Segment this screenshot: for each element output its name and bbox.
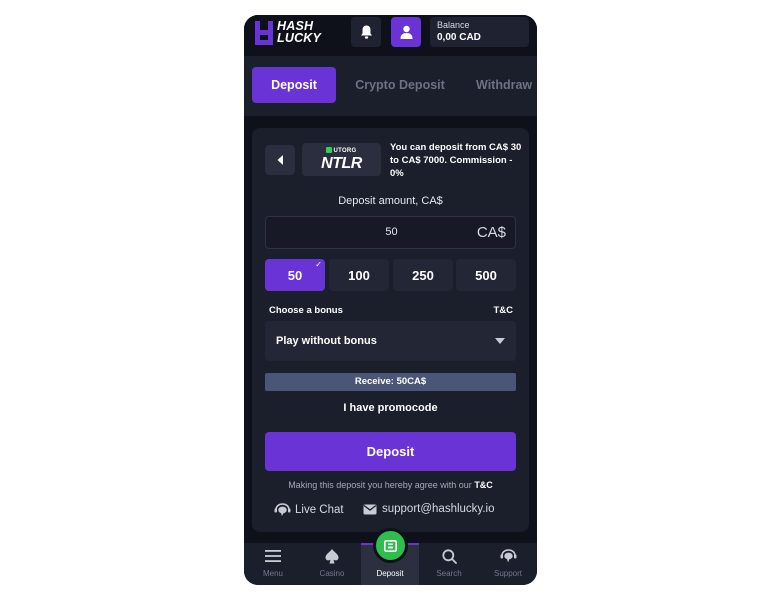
agree-text: Making this deposit you hereby agree wit… bbox=[288, 480, 472, 490]
bottom-navigation: Menu Casino Deposit Search Support bbox=[244, 528, 537, 585]
search-icon bbox=[441, 549, 457, 564]
preset-amount-500[interactable]: 500 bbox=[456, 259, 516, 291]
spade-icon bbox=[325, 549, 339, 564]
support-email: support@hashlucky.io bbox=[382, 503, 495, 515]
tab-withdraw[interactable]: Withdraw bbox=[476, 67, 537, 103]
receive-summary: Receive: 50CA$ bbox=[265, 373, 516, 391]
nav-menu[interactable]: Menu bbox=[244, 543, 302, 585]
amount-label: Deposit amount, CA$ bbox=[338, 195, 443, 207]
menu-icon bbox=[265, 550, 281, 562]
mobile-app-frame: HASH LUCKY Balance 0,00 CAD Deposit Cryp… bbox=[244, 15, 537, 585]
nav-search[interactable]: Search bbox=[420, 543, 478, 585]
bonus-label: Choose a bonus bbox=[269, 305, 343, 316]
deposit-submit-button[interactable]: Deposit bbox=[265, 432, 516, 471]
support-email-link[interactable]: support@hashlucky.io bbox=[363, 503, 494, 515]
check-icon: ✓ bbox=[315, 260, 322, 269]
caret-left-icon bbox=[277, 155, 283, 165]
preset-amount-50[interactable]: 50 ✓ bbox=[265, 259, 325, 291]
logo-mark-icon bbox=[255, 21, 273, 45]
payment-method-name: NTLR bbox=[321, 155, 362, 172]
utorg-brand: UTORG bbox=[302, 147, 381, 154]
deposit-form: UTORG NTLR You can deposit from CA$ 30 t… bbox=[252, 128, 529, 532]
logo-line-2: LUCKY bbox=[277, 31, 322, 45]
logo-text: HASH LUCKY bbox=[277, 20, 322, 45]
bell-icon bbox=[360, 25, 372, 39]
bonus-select[interactable]: Play without bonus bbox=[265, 321, 516, 361]
chat-headset-icon bbox=[274, 503, 291, 516]
preset-amount-100[interactable]: 100 bbox=[329, 259, 389, 291]
amount-input[interactable]: 50 CA$ bbox=[265, 216, 516, 249]
nav-casino[interactable]: Casino bbox=[303, 543, 361, 585]
nav-deposit-label: Deposit bbox=[376, 569, 404, 578]
live-chat-label: Live Chat bbox=[295, 504, 344, 516]
tab-crypto-deposit[interactable]: Crypto Deposit bbox=[348, 67, 452, 103]
terms-link[interactable]: T&C bbox=[474, 480, 493, 490]
envelope-icon bbox=[363, 504, 377, 514]
amount-currency: CA$ bbox=[476, 224, 506, 241]
balance-value: 0,00 CAD bbox=[437, 32, 481, 43]
support-contacts: Live Chat support@hashlucky.io bbox=[252, 503, 529, 521]
nav-menu-label: Menu bbox=[262, 569, 283, 578]
preset-label: 100 bbox=[348, 267, 370, 283]
headset-icon bbox=[500, 549, 516, 563]
tab-deposit[interactable]: Deposit bbox=[252, 67, 336, 103]
nav-casino-label: Casino bbox=[319, 569, 345, 578]
utorg-icon bbox=[326, 147, 333, 153]
back-button[interactable] bbox=[265, 145, 295, 175]
terms-agreement: Making this deposit you hereby agree wit… bbox=[252, 480, 529, 490]
nav-search-label: Search bbox=[436, 569, 462, 578]
utorg-label: UTORG bbox=[333, 148, 357, 154]
nav-support-label: Support bbox=[493, 569, 523, 578]
live-chat-link[interactable]: Live Chat bbox=[274, 503, 344, 517]
preset-label: 250 bbox=[412, 267, 434, 283]
chevron-down-icon bbox=[495, 338, 505, 344]
balance-label: Balance bbox=[437, 20, 470, 30]
deposit-limits-info: You can deposit from CA$ 30 to CA$ 7000.… bbox=[390, 142, 522, 179]
deposit-fab[interactable] bbox=[373, 528, 408, 563]
bonus-tc-link[interactable]: T&C bbox=[493, 305, 513, 316]
app-header: HASH LUCKY Balance 0,00 CAD bbox=[244, 15, 537, 55]
wallet-icon bbox=[384, 539, 397, 552]
preset-label: 50 bbox=[287, 267, 303, 283]
preset-amount-250[interactable]: 250 bbox=[393, 259, 453, 291]
notifications-button[interactable] bbox=[351, 17, 381, 47]
nav-support[interactable]: Support bbox=[479, 543, 537, 585]
payment-method-logo: UTORG NTLR bbox=[302, 143, 381, 176]
bonus-selected-value: Play without bonus bbox=[276, 335, 377, 347]
profile-button[interactable] bbox=[391, 17, 421, 47]
deposit-tabs: Deposit Crypto Deposit Withdraw bbox=[244, 56, 537, 116]
promocode-toggle[interactable]: I have promocode bbox=[252, 402, 529, 414]
preset-label: 500 bbox=[475, 267, 497, 283]
hashlucky-logo[interactable]: HASH LUCKY bbox=[255, 20, 327, 48]
user-icon bbox=[400, 25, 412, 39]
balance-widget[interactable]: Balance 0,00 CAD bbox=[430, 17, 529, 47]
